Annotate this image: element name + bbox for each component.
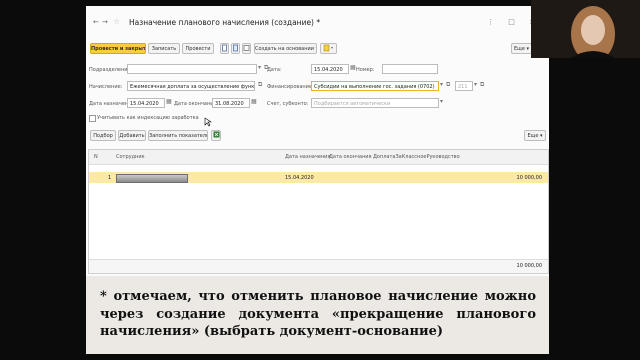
indexation-checkbox[interactable] bbox=[89, 115, 96, 122]
window-title: Назначение планового начисления (создани… bbox=[129, 18, 321, 27]
select-button[interactable]: Подбор bbox=[90, 130, 116, 141]
dropdown-arrow-icon[interactable]: ▾ bbox=[258, 64, 261, 71]
table-header: N Сотрудник Дата назначения Дата окончан… bbox=[89, 150, 548, 165]
presenter-webcam bbox=[531, 0, 640, 58]
post-button[interactable]: Провести bbox=[182, 43, 214, 54]
more-button[interactable]: Еще ▾ bbox=[511, 43, 532, 54]
end-date-field[interactable]: 31.08.2020 bbox=[212, 98, 250, 108]
column-header[interactable]: Сотрудник bbox=[116, 154, 145, 160]
favorite-star-icon[interactable]: ☆ bbox=[113, 17, 120, 26]
column-header[interactable]: ДоплатаЗаКлассноеРуководство bbox=[373, 154, 460, 160]
dropdown-arrow-icon[interactable]: ▾ bbox=[440, 81, 443, 88]
date-field[interactable]: 15.04.2020 bbox=[311, 64, 349, 74]
financing-label: Финансирование: bbox=[267, 84, 314, 90]
open-link-icon[interactable]: ⧉ bbox=[258, 81, 262, 89]
table-footer: 10 000,00 bbox=[89, 259, 548, 273]
total-amount: 10 000,00 bbox=[516, 263, 542, 269]
post-and-close-button[interactable]: Провести и закрыть bbox=[90, 43, 146, 54]
structure-icon[interactable] bbox=[231, 43, 240, 54]
account-field[interactable]: Подбирается автоматически bbox=[311, 98, 439, 108]
dropdown-arrow-icon[interactable]: ▾ bbox=[474, 81, 477, 88]
date-label: Дата: bbox=[267, 67, 282, 73]
add-row-button[interactable]: Добавить bbox=[118, 130, 146, 141]
row-amount: 10 000,00 bbox=[516, 175, 542, 181]
slide-caption: * отмечаем, что отменить плановое начисл… bbox=[100, 289, 536, 339]
attachments-icon[interactable] bbox=[320, 43, 337, 54]
dropdown-arrow-icon[interactable]: ▾ bbox=[440, 98, 443, 105]
calendar-icon[interactable]: ▦ bbox=[350, 64, 356, 71]
financing-field[interactable]: Субсидии на выполнение гос. задания (070… bbox=[311, 81, 439, 91]
column-header[interactable]: Дата окончания bbox=[329, 154, 372, 160]
division-label: Подразделение: bbox=[89, 67, 133, 73]
accrual-field[interactable]: Ежемесячная доплата за осуществление фун… bbox=[127, 81, 255, 91]
print-icon[interactable] bbox=[220, 43, 229, 54]
mouse-cursor-icon bbox=[204, 117, 212, 127]
excel-icon[interactable] bbox=[211, 130, 221, 141]
number-field[interactable] bbox=[382, 64, 438, 74]
accrual-label: Начисление: bbox=[89, 84, 123, 90]
row-start-date: 15.04.2020 bbox=[285, 175, 314, 181]
open-link-icon[interactable]: ⧉ bbox=[480, 81, 484, 89]
fill-indicators-button[interactable]: Заполнить показатели bbox=[148, 130, 208, 141]
video-slide: ← → ☆ Назначение планового начисления (с… bbox=[86, 6, 549, 354]
open-link-icon[interactable]: ⧉ bbox=[446, 81, 450, 89]
table-more-button[interactable]: Еще ▾ bbox=[524, 130, 546, 141]
document-window: ← → ☆ Назначение планового начисления (с… bbox=[86, 6, 549, 276]
table-row[interactable]: 1 15.04.2020 10 000,00 bbox=[89, 172, 548, 183]
indexation-label: Учитывать как индексацию заработка bbox=[97, 115, 199, 121]
create-basis-button[interactable]: Создать на основании ▾ bbox=[254, 43, 317, 54]
calendar-icon[interactable]: ▦ bbox=[166, 98, 172, 105]
row-number: 1 bbox=[108, 175, 112, 181]
kosgu-field[interactable]: 211 bbox=[455, 81, 473, 91]
number-label: Номер: bbox=[356, 67, 375, 73]
column-header[interactable]: Дата назначения bbox=[285, 154, 330, 160]
employee-name-redacted[interactable] bbox=[116, 174, 188, 183]
title-bar: ← → ☆ Назначение планового начисления (с… bbox=[86, 6, 549, 36]
account-label: Счет, субконто: bbox=[267, 101, 309, 107]
start-date-field[interactable]: 15.04.2020 bbox=[127, 98, 165, 108]
back-arrow-icon[interactable]: ← bbox=[93, 18, 99, 26]
column-header[interactable]: N bbox=[94, 154, 98, 160]
employees-table: N Сотрудник Дата назначения Дата окончан… bbox=[88, 149, 549, 274]
division-field[interactable] bbox=[127, 64, 257, 74]
report-icon[interactable] bbox=[242, 43, 251, 54]
save-button[interactable]: Записать bbox=[148, 43, 180, 54]
forward-arrow-icon[interactable]: → bbox=[102, 18, 108, 26]
calendar-icon[interactable]: ▦ bbox=[251, 98, 257, 105]
